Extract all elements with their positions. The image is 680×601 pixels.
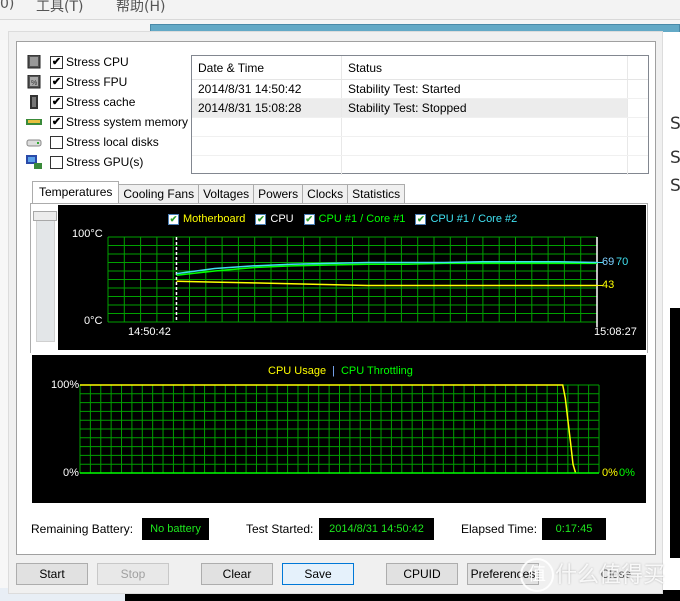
- log-header-row: Date & Time Status: [192, 56, 648, 80]
- stress-cpu-checkbox[interactable]: ✔: [50, 55, 63, 69]
- stress-disks-checkbox[interactable]: [50, 135, 63, 149]
- temp-x-end-label: 15:08:27: [594, 326, 637, 338]
- tab-voltages[interactable]: Voltages: [198, 184, 255, 203]
- cpu-usage-chart: CPU Usage | CPU Throttling 100% 0% 0% 0%: [32, 355, 646, 503]
- log-status: Stability Test: Started: [342, 80, 628, 98]
- motherboard-end-value: 43: [602, 279, 615, 291]
- cpu-icon: [26, 54, 42, 69]
- table-row-empty: [192, 156, 648, 175]
- temperature-legend: ✔ Motherboard ✔ CPU ✔ CPU #1 / Core #1 ✔…: [158, 213, 517, 225]
- gpu-icon: [26, 155, 42, 169]
- bg-right-text: S: [670, 148, 680, 168]
- table-row-empty: [192, 137, 648, 156]
- bg-right-text: S: [670, 176, 680, 196]
- elapsed-time-value: 0:17:45: [542, 518, 606, 540]
- log-status: Stability Test: Stopped: [342, 99, 628, 117]
- tab-cooling-fans[interactable]: Cooling Fans: [118, 184, 200, 203]
- legend-core2-label: CPU #1 / Core #2: [430, 213, 518, 225]
- battery-value: No battery: [142, 518, 209, 540]
- table-row[interactable]: 2014/8/31 14:50:42 Stability Test: Start…: [192, 80, 648, 99]
- stress-disks-label: Stress local disks: [66, 135, 159, 149]
- stress-memory-option[interactable]: ✔ Stress system memory: [26, 112, 188, 132]
- temp-y-min-label: 0°C: [84, 315, 103, 327]
- fpu-icon: %: [26, 74, 42, 89]
- legend-motherboard-label: Motherboard: [183, 213, 246, 225]
- scrollbar-thumb[interactable]: [33, 211, 57, 221]
- legend-cpu-throttling-label: CPU Throttling: [340, 365, 413, 377]
- clear-button[interactable]: Clear: [201, 563, 273, 585]
- bg-menu-item[interactable]: 0): [0, 0, 14, 12]
- memory-icon: [26, 115, 42, 129]
- stress-gpu-label: Stress GPU(s): [66, 155, 144, 169]
- bg-menu-item-tools[interactable]: 工具(T): [36, 0, 83, 16]
- legend-core1-checkbox[interactable]: ✔: [303, 213, 315, 225]
- legend-motherboard-checkbox[interactable]: ✔: [168, 213, 179, 225]
- core2-end-value: 70: [616, 256, 629, 268]
- stress-cache-label: Stress cache: [66, 95, 136, 109]
- svg-text:%: %: [31, 80, 37, 87]
- stress-fpu-checkbox[interactable]: ✔: [50, 75, 63, 89]
- save-button[interactable]: Save: [282, 563, 354, 585]
- stress-gpu-option[interactable]: Stress GPU(s): [26, 152, 188, 172]
- tab-clocks[interactable]: Clocks: [302, 184, 349, 203]
- cpu-usage-legend: CPU Usage | CPU Throttling: [268, 365, 413, 377]
- legend-separator: |: [332, 365, 335, 377]
- temp-y-max-label: 100°C: [72, 228, 103, 240]
- stress-cpu-label: Stress CPU: [66, 55, 129, 69]
- stress-gpu-checkbox[interactable]: [50, 155, 63, 169]
- start-button[interactable]: Start: [16, 563, 88, 585]
- bg-right-text: S: [670, 114, 680, 134]
- series-motherboard: [176, 280, 597, 287]
- tab-powers[interactable]: Powers: [253, 184, 304, 203]
- temp-x-start-label: 14:50:42: [128, 326, 171, 338]
- event-log-table[interactable]: Date & Time Status 2014/8/31 14:50:42 St…: [191, 55, 649, 175]
- stress-cache-checkbox[interactable]: ✔: [50, 95, 63, 109]
- stress-memory-checkbox[interactable]: ✔: [50, 115, 63, 129]
- status-bar: Remaining Battery: No battery Test Start…: [31, 518, 606, 540]
- disk-icon: [26, 135, 42, 149]
- cpuid-button[interactable]: CPUID: [386, 563, 458, 585]
- cpu-usage-end-value: 0%: [602, 467, 618, 479]
- legend-core2-checkbox[interactable]: ✔: [415, 213, 427, 225]
- stress-cache-option[interactable]: ✔ Stress cache: [26, 92, 188, 112]
- tab-statistics[interactable]: Statistics: [347, 184, 406, 203]
- background-menubar: 0) 工具(T) 帮助(H): [0, 0, 680, 20]
- elapsed-time-label: Elapsed Time:: [461, 522, 538, 536]
- legend-cpu-label: CPU: [270, 213, 294, 225]
- stress-fpu-label: Stress FPU: [66, 75, 128, 89]
- stress-fpu-option[interactable]: % ✔ Stress FPU: [26, 72, 188, 92]
- cpu-usage-chart-svg: [79, 384, 600, 474]
- cpu-end-value: 69: [602, 256, 615, 268]
- legend-cpu-checkbox[interactable]: ✔: [255, 213, 267, 225]
- temperature-chart: ✔ Motherboard ✔ CPU ✔ CPU #1 / Core #1 ✔…: [58, 205, 646, 350]
- cache-icon: [26, 95, 42, 109]
- cpu-y-max-label: 100%: [51, 379, 80, 391]
- sensor-tabs: Temperatures Cooling Fans Voltages Power…: [32, 181, 406, 203]
- background-right-chart: [670, 308, 680, 558]
- cpu-throttling-end-value: 0%: [619, 467, 635, 479]
- bg-menu-item-help[interactable]: 帮助(H): [116, 0, 165, 16]
- watermark-text: 什么值得买: [555, 563, 666, 588]
- column-header-status[interactable]: Status: [342, 56, 628, 79]
- stress-memory-label: Stress system memory: [66, 115, 189, 129]
- sensor-list-scrollbar[interactable]: [36, 212, 55, 342]
- test-started-value: 2014/8/31 14:50:42: [319, 518, 434, 540]
- stress-disks-option[interactable]: Stress local disks: [26, 132, 188, 152]
- column-header-datetime[interactable]: Date & Time: [192, 56, 342, 79]
- cpu-y-min-label: 0%: [63, 467, 79, 479]
- table-row-empty: [192, 118, 648, 137]
- battery-label: Remaining Battery:: [31, 522, 134, 536]
- watermark-logo-icon: 值: [520, 558, 554, 592]
- log-datetime: 2014/8/31 14:50:42: [192, 80, 342, 98]
- tab-temperatures[interactable]: Temperatures: [32, 181, 120, 203]
- test-started-label: Test Started:: [246, 522, 314, 536]
- table-row[interactable]: 2014/8/31 15:08:28 Stability Test: Stopp…: [192, 99, 648, 118]
- stress-cpu-option[interactable]: ✔ Stress CPU: [26, 52, 188, 72]
- series-cpu-1-core-1: [176, 262, 597, 277]
- legend-cpu-usage-label: CPU Usage: [268, 365, 327, 377]
- legend-core1-label: CPU #1 / Core #1: [318, 213, 406, 225]
- stop-button[interactable]: Stop: [97, 563, 169, 585]
- stress-options-list: ✔ Stress CPU % ✔ Stress FPU ✔ Stress cac…: [26, 52, 188, 172]
- log-datetime: 2014/8/31 15:08:28: [192, 99, 342, 117]
